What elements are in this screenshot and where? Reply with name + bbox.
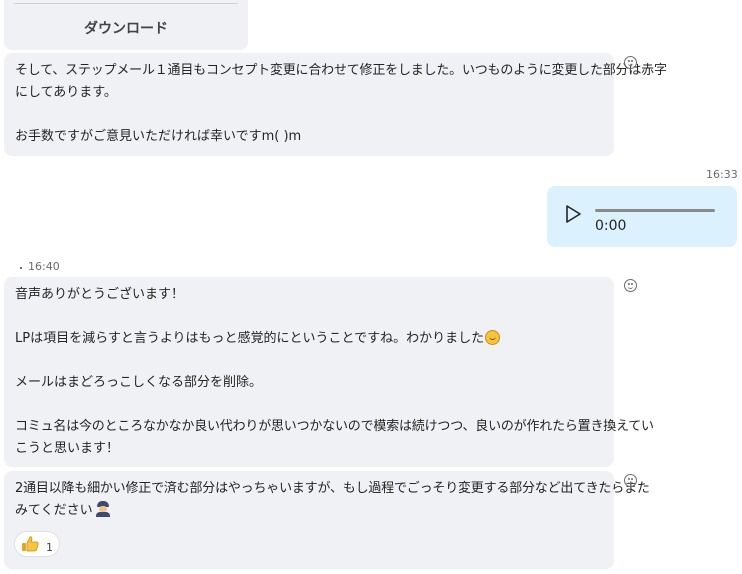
message-text: そして、ステップメール１通目もコンセプト変更に合わせて修正をしました。いつものよ… — [15, 63, 667, 78]
message-text-span: LPは項目を減らすと言うよりはもっと感覚的にということですね。わかりました — [15, 331, 485, 346]
avatar-dot — [20, 267, 22, 269]
reaction-pill[interactable]: 1 — [14, 531, 60, 557]
message-text: にしてあります。 — [15, 85, 117, 100]
message-bubble: そして、ステップメール１通目もコンセプト変更に合わせて修正をしました。いつものよ… — [4, 53, 667, 156]
thumbs-up-emoji — [21, 536, 39, 552]
download-button[interactable]: ダウンロード — [4, 18, 248, 38]
message-text: LPは項目を減らすと言うよりはもっと感覚的にということですね。わかりました — [15, 328, 603, 350]
message-text: みてください — [15, 500, 603, 522]
audio-progress-bar[interactable] — [595, 209, 715, 212]
message-text-span: みてください — [15, 503, 93, 518]
message-text: 音声ありがとうございます！ — [15, 287, 185, 302]
message-text: 2通目以降も細かい修正で済む部分はやっちゃいますが、もし過程でごっそり変更する部… — [15, 481, 650, 496]
police-emoji — [95, 501, 111, 517]
add-reaction-icon[interactable] — [624, 474, 637, 487]
reaction-count: 1 — [46, 541, 53, 554]
play-icon[interactable] — [565, 204, 583, 224]
file-card: ダウンロード — [4, 0, 248, 50]
message-text: こうと思います！ — [15, 441, 120, 456]
message-bubble: 2通目以降も細かい修正で済む部分はやっちゃいますが、もし過程でごっそり変更する部… — [4, 471, 650, 569]
add-reaction-icon[interactable] — [624, 279, 637, 292]
divider — [14, 3, 238, 4]
audio-elapsed: 0:00 — [595, 218, 627, 234]
message-text: お手数ですがご意見いただければ幸いですm( )m — [15, 129, 302, 144]
timestamp: 16:33 — [706, 168, 738, 181]
timestamp: 16:40 — [28, 260, 60, 273]
smile-emoji — [485, 330, 501, 345]
message-text: コミュ名は今のところなかなか良い代わりが思いつかないので模索は続けつつ、良いのが… — [15, 419, 654, 434]
message-text: メールはまどろっこしくなる部分を削除。 — [15, 375, 263, 390]
voice-message: 0:00 — [547, 186, 737, 247]
add-reaction-icon[interactable] — [624, 56, 637, 69]
message-bubble: 音声ありがとうございます！ LPは項目を減らすと言うよりはもっと感覚的にというこ… — [4, 277, 654, 467]
